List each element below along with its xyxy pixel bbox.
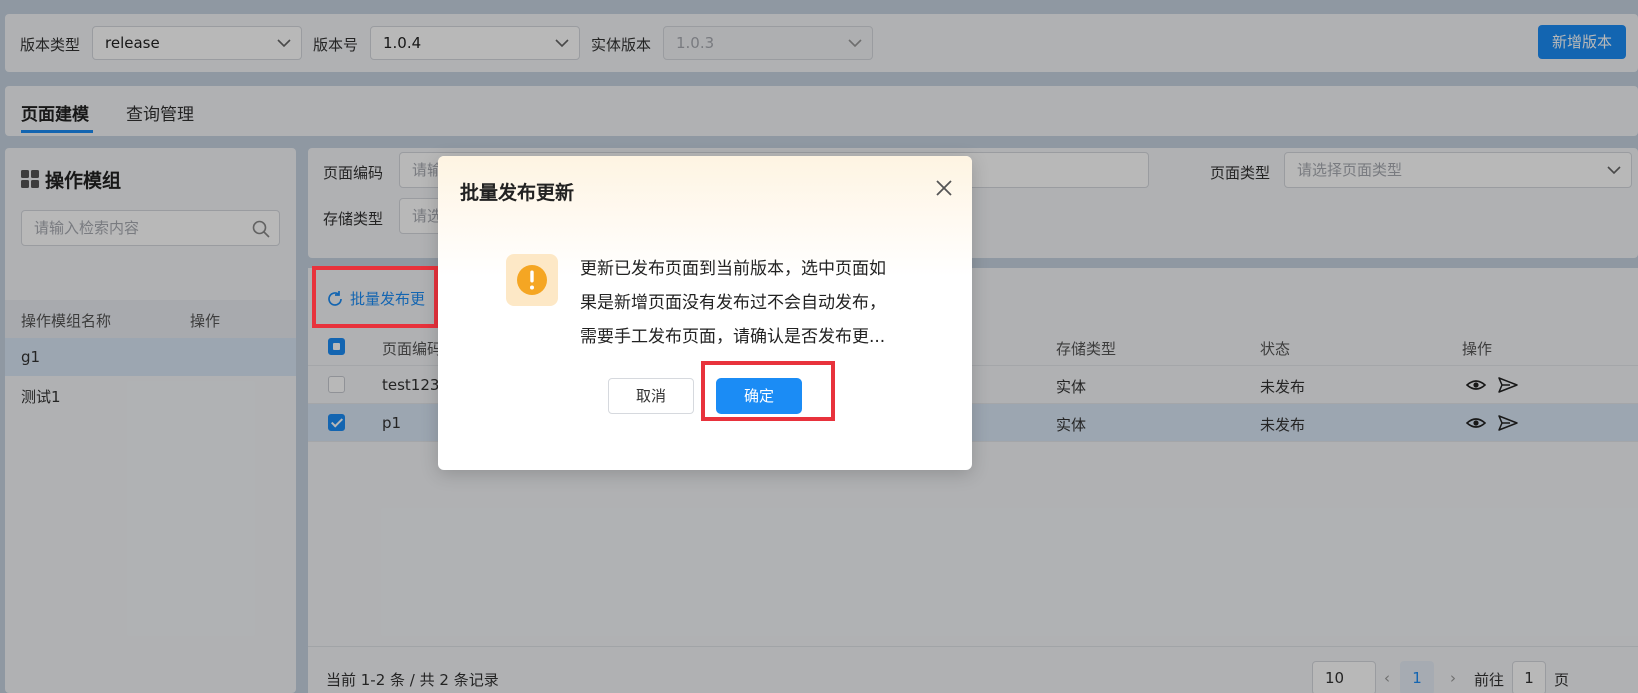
batch-publish-dialog: 批量发布更新 更新已发布页面到当前版本，选中页面如 果是新增页面没有发布过不会自… <box>438 156 972 470</box>
close-icon[interactable] <box>934 178 954 198</box>
highlight-frame-batch <box>312 266 438 328</box>
cancel-button[interactable]: 取消 <box>608 378 694 414</box>
highlight-frame-confirm <box>701 361 835 421</box>
dialog-message-line: 更新已发布页面到当前版本，选中页面如 <box>580 259 886 279</box>
page: 版本类型 release 版本号 1.0.4 实体版本 1.0.3 新增版本 页… <box>0 0 1638 693</box>
dialog-title: 批量发布更新 <box>460 182 575 204</box>
dialog-message-line: 果是新增页面没有发布过不会自动发布， <box>580 293 886 313</box>
warning-icon-box <box>506 254 558 306</box>
warning-icon <box>517 265 547 295</box>
dialog-message: 更新已发布页面到当前版本，选中页面如 果是新增页面没有发布过不会自动发布， 需要… <box>580 252 920 354</box>
dialog-message-line: 需要手工发布页面，请确认是否发布更... <box>580 327 886 347</box>
